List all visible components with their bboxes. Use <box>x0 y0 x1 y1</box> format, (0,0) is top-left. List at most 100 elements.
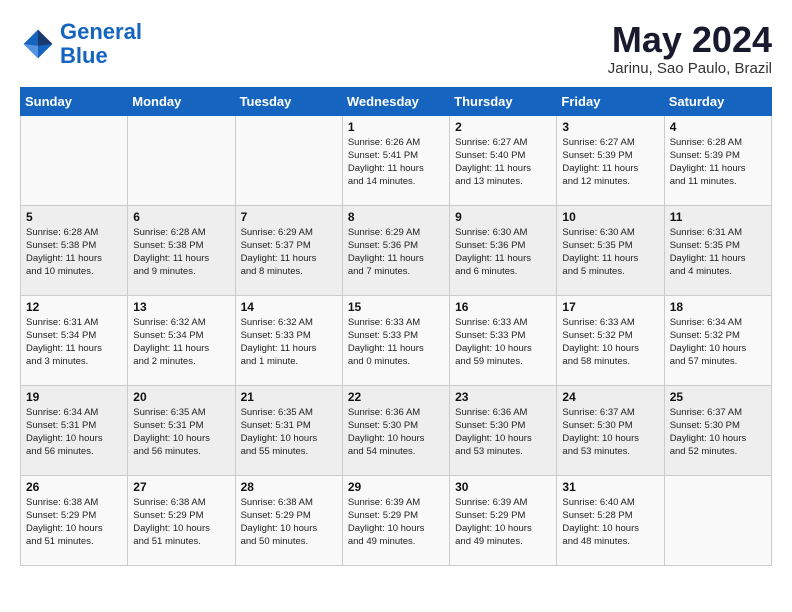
calendar-cell: 17 Sunrise: 6:33 AM Sunset: 5:32 PM Dayli… <box>557 295 664 385</box>
calendar-cell: 5 Sunrise: 6:28 AM Sunset: 5:38 PM Daylig… <box>21 205 128 295</box>
day-info: Sunrise: 6:35 AM Sunset: 5:31 PM Dayligh… <box>133 406 229 459</box>
day-number: 30 <box>455 480 551 494</box>
page-header: General Blue May 2024 Jarinu, Sao Paulo,… <box>20 20 772 77</box>
day-number: 9 <box>455 210 551 224</box>
day-number: 11 <box>670 210 766 224</box>
day-number: 22 <box>348 390 444 404</box>
day-number: 18 <box>670 300 766 314</box>
day-number: 28 <box>241 480 337 494</box>
day-info: Sunrise: 6:29 AM Sunset: 5:36 PM Dayligh… <box>348 226 444 279</box>
calendar-cell: 25 Sunrise: 6:37 AM Sunset: 5:30 PM Dayli… <box>664 385 771 475</box>
day-number: 12 <box>26 300 122 314</box>
day-number: 19 <box>26 390 122 404</box>
day-info: Sunrise: 6:33 AM Sunset: 5:33 PM Dayligh… <box>348 316 444 369</box>
day-info: Sunrise: 6:31 AM Sunset: 5:35 PM Dayligh… <box>670 226 766 279</box>
header-friday: Friday <box>557 87 664 115</box>
calendar-cell: 20 Sunrise: 6:35 AM Sunset: 5:31 PM Dayli… <box>128 385 235 475</box>
calendar-week-4: 19 Sunrise: 6:34 AM Sunset: 5:31 PM Dayli… <box>21 385 772 475</box>
day-info: Sunrise: 6:30 AM Sunset: 5:36 PM Dayligh… <box>455 226 551 279</box>
calendar-cell: 22 Sunrise: 6:36 AM Sunset: 5:30 PM Dayli… <box>342 385 449 475</box>
calendar-cell: 30 Sunrise: 6:39 AM Sunset: 5:29 PM Dayli… <box>450 475 557 565</box>
calendar-cell <box>235 115 342 205</box>
calendar-cell: 21 Sunrise: 6:35 AM Sunset: 5:31 PM Dayli… <box>235 385 342 475</box>
calendar-cell: 8Sunrise: 6:29 AM Sunset: 5:36 PM Daylig… <box>342 205 449 295</box>
header-tuesday: Tuesday <box>235 87 342 115</box>
calendar-cell <box>128 115 235 205</box>
calendar-week-3: 12 Sunrise: 6:31 AM Sunset: 5:34 PM Dayli… <box>21 295 772 385</box>
calendar-cell <box>21 115 128 205</box>
title-block: May 2024 Jarinu, Sao Paulo, Brazil <box>608 20 772 77</box>
day-number: 1 <box>348 120 444 134</box>
calendar-cell: 26 Sunrise: 6:38 AM Sunset: 5:29 PM Dayli… <box>21 475 128 565</box>
day-info: Sunrise: 6:27 AM Sunset: 5:40 PM Dayligh… <box>455 136 551 189</box>
day-info: Sunrise: 6:36 AM Sunset: 5:30 PM Dayligh… <box>455 406 551 459</box>
day-info: Sunrise: 6:33 AM Sunset: 5:33 PM Dayligh… <box>455 316 551 369</box>
day-info: Sunrise: 6:28 AM Sunset: 5:39 PM Dayligh… <box>670 136 766 189</box>
calendar-cell: 2 Sunrise: 6:27 AM Sunset: 5:40 PM Daylig… <box>450 115 557 205</box>
calendar-cell: 10Sunrise: 6:30 AM Sunset: 5:35 PM Dayli… <box>557 205 664 295</box>
header-monday: Monday <box>128 87 235 115</box>
day-info: Sunrise: 6:28 AM Sunset: 5:38 PM Dayligh… <box>133 226 229 279</box>
calendar-cell: 7 Sunrise: 6:29 AM Sunset: 5:37 PM Daylig… <box>235 205 342 295</box>
day-number: 31 <box>562 480 658 494</box>
calendar-header-row: SundayMondayTuesdayWednesdayThursdayFrid… <box>21 87 772 115</box>
day-number: 7 <box>241 210 337 224</box>
logo: General Blue <box>20 20 142 68</box>
day-info: Sunrise: 6:39 AM Sunset: 5:29 PM Dayligh… <box>455 496 551 549</box>
logo-text: General Blue <box>60 20 142 68</box>
day-number: 27 <box>133 480 229 494</box>
day-number: 26 <box>26 480 122 494</box>
day-info: Sunrise: 6:33 AM Sunset: 5:32 PM Dayligh… <box>562 316 658 369</box>
calendar-cell: 18 Sunrise: 6:34 AM Sunset: 5:32 PM Dayli… <box>664 295 771 385</box>
day-number: 14 <box>241 300 337 314</box>
calendar-subtitle: Jarinu, Sao Paulo, Brazil <box>608 60 772 77</box>
calendar-cell: 24 Sunrise: 6:37 AM Sunset: 5:30 PM Dayli… <box>557 385 664 475</box>
calendar-cell: 12 Sunrise: 6:31 AM Sunset: 5:34 PM Dayli… <box>21 295 128 385</box>
day-info: Sunrise: 6:34 AM Sunset: 5:31 PM Dayligh… <box>26 406 122 459</box>
calendar-cell: 23 Sunrise: 6:36 AM Sunset: 5:30 PM Dayli… <box>450 385 557 475</box>
day-info: Sunrise: 6:29 AM Sunset: 5:37 PM Dayligh… <box>241 226 337 279</box>
day-number: 6 <box>133 210 229 224</box>
day-number: 24 <box>562 390 658 404</box>
header-sunday: Sunday <box>21 87 128 115</box>
day-number: 4 <box>670 120 766 134</box>
calendar-cell: 4 Sunrise: 6:28 AM Sunset: 5:39 PM Daylig… <box>664 115 771 205</box>
day-number: 25 <box>670 390 766 404</box>
calendar-cell: 28Sunrise: 6:38 AM Sunset: 5:29 PM Dayli… <box>235 475 342 565</box>
day-number: 20 <box>133 390 229 404</box>
day-info: Sunrise: 6:32 AM Sunset: 5:33 PM Dayligh… <box>241 316 337 369</box>
day-info: Sunrise: 6:37 AM Sunset: 5:30 PM Dayligh… <box>562 406 658 459</box>
calendar-cell: 9 Sunrise: 6:30 AM Sunset: 5:36 PM Daylig… <box>450 205 557 295</box>
calendar-cell: 29Sunrise: 6:39 AM Sunset: 5:29 PM Dayli… <box>342 475 449 565</box>
day-number: 3 <box>562 120 658 134</box>
day-info: Sunrise: 6:31 AM Sunset: 5:34 PM Dayligh… <box>26 316 122 369</box>
calendar-cell: 16Sunrise: 6:33 AM Sunset: 5:33 PM Dayli… <box>450 295 557 385</box>
logo-icon <box>20 26 56 62</box>
day-info: Sunrise: 6:27 AM Sunset: 5:39 PM Dayligh… <box>562 136 658 189</box>
day-info: Sunrise: 6:34 AM Sunset: 5:32 PM Dayligh… <box>670 316 766 369</box>
day-info: Sunrise: 6:40 AM Sunset: 5:28 PM Dayligh… <box>562 496 658 549</box>
header-saturday: Saturday <box>664 87 771 115</box>
day-info: Sunrise: 6:38 AM Sunset: 5:29 PM Dayligh… <box>26 496 122 549</box>
day-number: 13 <box>133 300 229 314</box>
day-info: Sunrise: 6:37 AM Sunset: 5:30 PM Dayligh… <box>670 406 766 459</box>
calendar-cell: 3 Sunrise: 6:27 AM Sunset: 5:39 PM Daylig… <box>557 115 664 205</box>
calendar-cell: 31 Sunrise: 6:40 AM Sunset: 5:28 PM Dayli… <box>557 475 664 565</box>
day-info: Sunrise: 6:28 AM Sunset: 5:38 PM Dayligh… <box>26 226 122 279</box>
day-number: 15 <box>348 300 444 314</box>
day-number: 2 <box>455 120 551 134</box>
day-number: 21 <box>241 390 337 404</box>
day-number: 17 <box>562 300 658 314</box>
day-info: Sunrise: 6:26 AM Sunset: 5:41 PM Dayligh… <box>348 136 444 189</box>
day-number: 10 <box>562 210 658 224</box>
day-info: Sunrise: 6:36 AM Sunset: 5:30 PM Dayligh… <box>348 406 444 459</box>
calendar-cell: 14 Sunrise: 6:32 AM Sunset: 5:33 PM Dayli… <box>235 295 342 385</box>
day-number: 5 <box>26 210 122 224</box>
day-number: 23 <box>455 390 551 404</box>
day-number: 29 <box>348 480 444 494</box>
calendar-cell: 13Sunrise: 6:32 AM Sunset: 5:34 PM Dayli… <box>128 295 235 385</box>
calendar-cell: 27Sunrise: 6:38 AM Sunset: 5:29 PM Dayli… <box>128 475 235 565</box>
day-info: Sunrise: 6:35 AM Sunset: 5:31 PM Dayligh… <box>241 406 337 459</box>
header-thursday: Thursday <box>450 87 557 115</box>
calendar-cell: 19 Sunrise: 6:34 AM Sunset: 5:31 PM Dayli… <box>21 385 128 475</box>
